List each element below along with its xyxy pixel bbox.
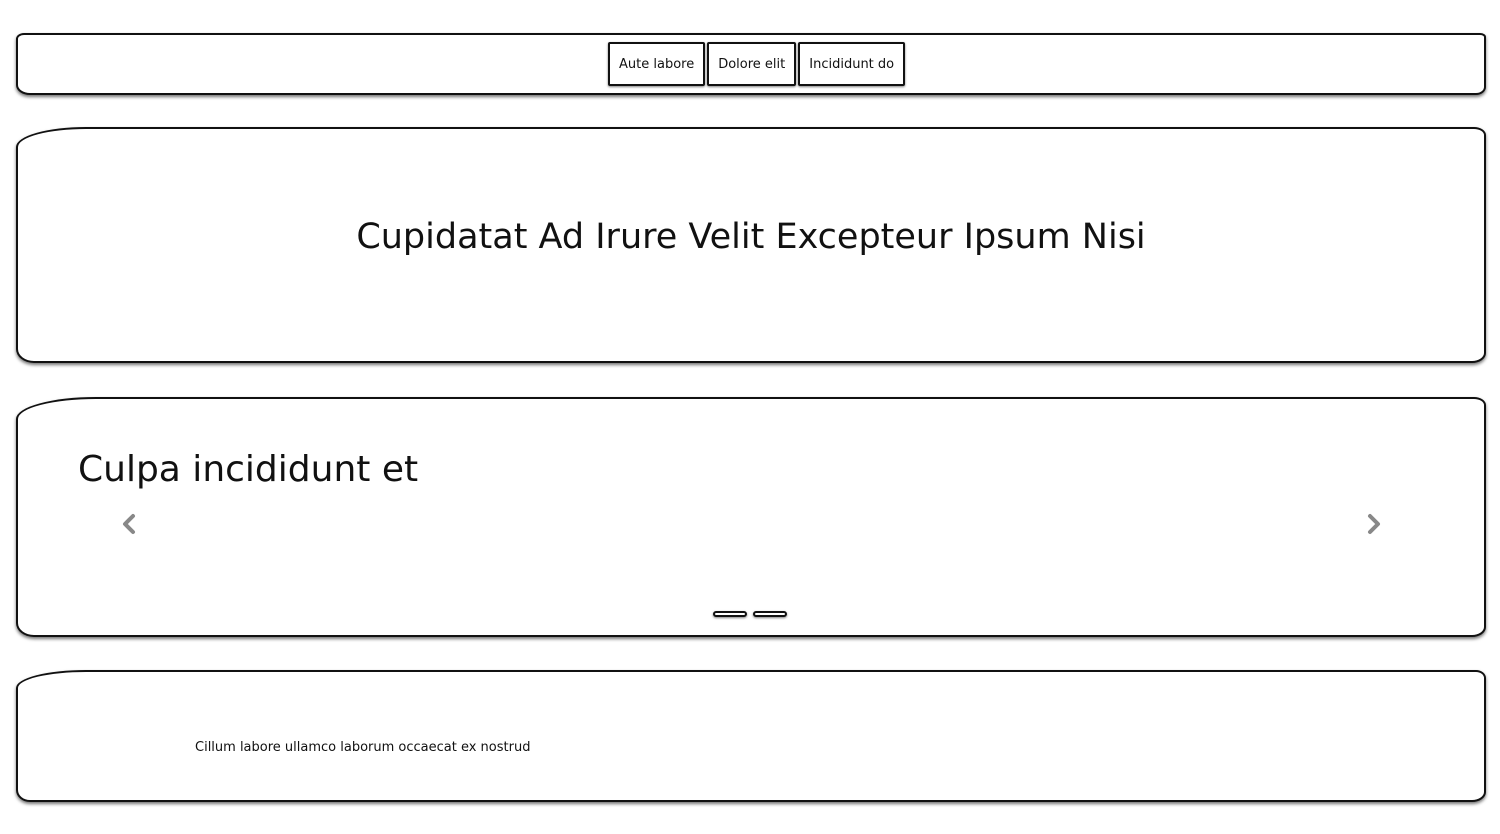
footer-section: Cillum labore ullamco laborum occaecat e… [16,670,1486,802]
carousel-slide-title: Culpa incididunt et [78,449,419,490]
carousel-next-button[interactable] [1359,509,1389,539]
footer-text: Cillum labore ullamco laborum occaecat e… [195,740,531,755]
nav-button-group: Aute labore Dolore elit Incididunt do [608,42,906,86]
chevron-right-icon [1368,514,1380,534]
hero-title: Cupidatat Ad Irure Velit Excepteur Ipsum… [356,217,1146,257]
carousel: Culpa incididunt et [16,397,1486,637]
nav-button-dolore-elit[interactable]: Dolore elit [707,42,797,86]
nav-button-incididunt-do[interactable]: Incididunt do [798,42,906,86]
carousel-indicator-1[interactable] [713,611,747,617]
hero-section: Cupidatat Ad Irure Velit Excepteur Ipsum… [16,127,1486,363]
nav-button-aute-labore[interactable]: Aute labore [608,42,706,86]
chevron-left-icon [123,514,135,534]
carousel-indicator-2[interactable] [753,611,787,617]
carousel-prev-button[interactable] [114,509,144,539]
top-navbar: Aute labore Dolore elit Incididunt do [16,33,1486,95]
carousel-indicators [713,611,787,617]
